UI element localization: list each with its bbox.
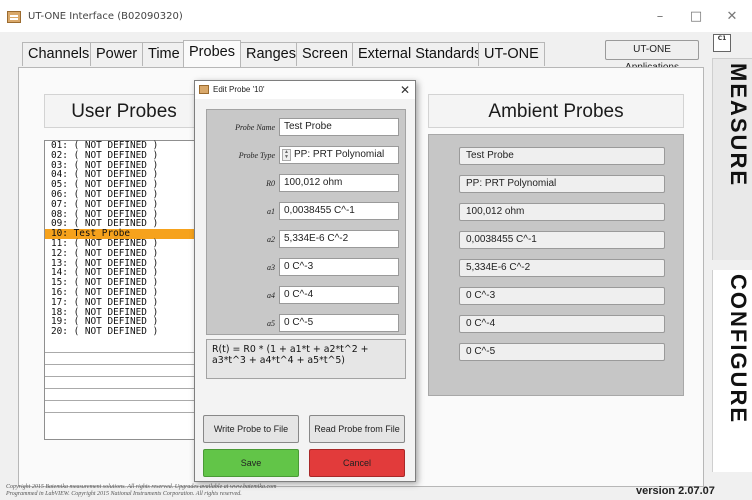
- a3-label: a3: [267, 263, 275, 272]
- copyright-line-1: Copyright 2015 Batemika measurement solu…: [6, 484, 277, 490]
- dialog-titlebar: Edit Probe '10': [195, 81, 415, 99]
- close-button[interactable]: ✕: [720, 7, 744, 27]
- version-label: version 2.07.07: [636, 485, 715, 497]
- r0-input[interactable]: 100,012 ohm: [279, 174, 399, 192]
- window-titlebar: UT-ONE Interface (B02090320) – □ ✕: [0, 0, 752, 32]
- dialog-title: Edit Probe '10': [213, 85, 265, 94]
- edit-probe-dialog: Edit Probe '10' ✕ Probe Name Test Probe …: [194, 80, 416, 482]
- tab-probes[interactable]: Probes: [183, 40, 241, 67]
- r0-label: R0: [266, 179, 275, 188]
- ambient-probe-a2: 5,334E-6 C^-2: [459, 259, 665, 277]
- user-probes-list[interactable]: 01: ( NOT DEFINED ) 02: ( NOT DEFINED ) 03…: [44, 140, 204, 440]
- ambient-probe-r0: 100,012 ohm: [459, 203, 665, 221]
- ambient-probes-group: Test Probe PP: PRT Polynomial 100,012 oh…: [428, 134, 684, 396]
- cancel-button[interactable]: Cancel: [309, 449, 405, 477]
- a3-input[interactable]: 0 C^-3: [279, 258, 399, 276]
- ut-one-applications-button[interactable]: UT-ONE Applications: [605, 40, 699, 73]
- ambient-probe-type: PP: PRT Polynomial: [459, 175, 665, 193]
- a1-label: a1: [267, 207, 275, 216]
- measure-label: MEASURE: [726, 63, 751, 188]
- probe-fields-group: Probe Name Test Probe Probe Type ▲ ▼ PP: …: [206, 109, 406, 335]
- tab-ranges[interactable]: Ranges: [240, 42, 302, 66]
- ambient-probe-a1: 0,0038455 C^-1: [459, 231, 665, 249]
- list-separator: [45, 376, 203, 377]
- copyright-line-2: Programmed in LabVIEW. Copyright 2015 Na…: [6, 491, 242, 497]
- list-separator: [45, 364, 203, 365]
- probe-name-label: Probe Name: [235, 123, 275, 132]
- tab-external-standards[interactable]: External Standards: [352, 42, 488, 66]
- ambient-probe-a5: 0 C^-5: [459, 343, 665, 361]
- ambient-probes-title: Ambient Probes: [428, 94, 684, 128]
- configure-label: CONFIGURE: [726, 274, 751, 424]
- user-probes-title: User Probes: [44, 94, 204, 128]
- window-title: UT-ONE Interface (B02090320): [28, 11, 183, 22]
- a5-input[interactable]: 0 C^-5: [279, 314, 399, 332]
- probe-name-input[interactable]: Test Probe: [279, 118, 399, 136]
- a1-input[interactable]: 0,0038455 C^-1: [279, 202, 399, 220]
- tab-ut-one[interactable]: UT-ONE: [478, 42, 545, 66]
- a4-input[interactable]: 0 C^-4: [279, 286, 399, 304]
- spinner-icon[interactable]: ▲ ▼: [282, 149, 291, 161]
- dialog-app-icon: [199, 85, 209, 94]
- a4-label: a4: [267, 291, 275, 300]
- a2-label: a2: [267, 235, 275, 244]
- copyright-notice: Copyright 2015 Batemika measurement solu…: [6, 484, 426, 498]
- write-probe-to-file-button[interactable]: Write Probe to File: [203, 415, 299, 443]
- list-separator: [45, 352, 203, 353]
- app-icon: [7, 11, 21, 23]
- ambient-probe-a3: 0 C^-3: [459, 287, 665, 305]
- list-separator: [45, 412, 203, 413]
- side-panel: C1 MEASURE CONFIGURE: [708, 32, 752, 500]
- tab-power[interactable]: Power: [90, 42, 144, 66]
- read-probe-from-file-button[interactable]: Read Probe from File: [309, 415, 405, 443]
- tab-screen[interactable]: Screen: [296, 42, 354, 66]
- a5-label: a5: [267, 319, 275, 328]
- a2-input[interactable]: 5,334E-6 C^-2: [279, 230, 399, 248]
- tab-channels[interactable]: Channels: [22, 42, 96, 66]
- list-separator: [45, 400, 203, 401]
- ambient-probe-name: Test Probe: [459, 147, 665, 165]
- measure-button[interactable]: MEASURE: [712, 58, 752, 260]
- save-button[interactable]: Save: [203, 449, 299, 477]
- c1-icon[interactable]: C1: [713, 34, 731, 52]
- configure-button[interactable]: CONFIGURE: [712, 270, 752, 472]
- tab-time[interactable]: Time: [142, 42, 186, 66]
- minimize-button[interactable]: –: [648, 7, 672, 27]
- ambient-probe-a4: 0 C^-4: [459, 315, 665, 333]
- list-separator: [45, 388, 203, 389]
- user-probe-list-item[interactable]: 20: ( NOT DEFINED ): [45, 327, 203, 337]
- probe-type-value: PP: PRT Polynomial: [294, 149, 385, 160]
- polynomial-formula: R(t) = R0 * (1 + a1*t + a2*t^2 + a3*t^3 …: [206, 339, 406, 379]
- maximize-button[interactable]: □: [684, 7, 708, 27]
- probe-type-label: Probe Type: [238, 151, 275, 160]
- probe-type-select[interactable]: ▲ ▼ PP: PRT Polynomial: [279, 146, 399, 164]
- dialog-close-button[interactable]: ✕: [395, 81, 415, 99]
